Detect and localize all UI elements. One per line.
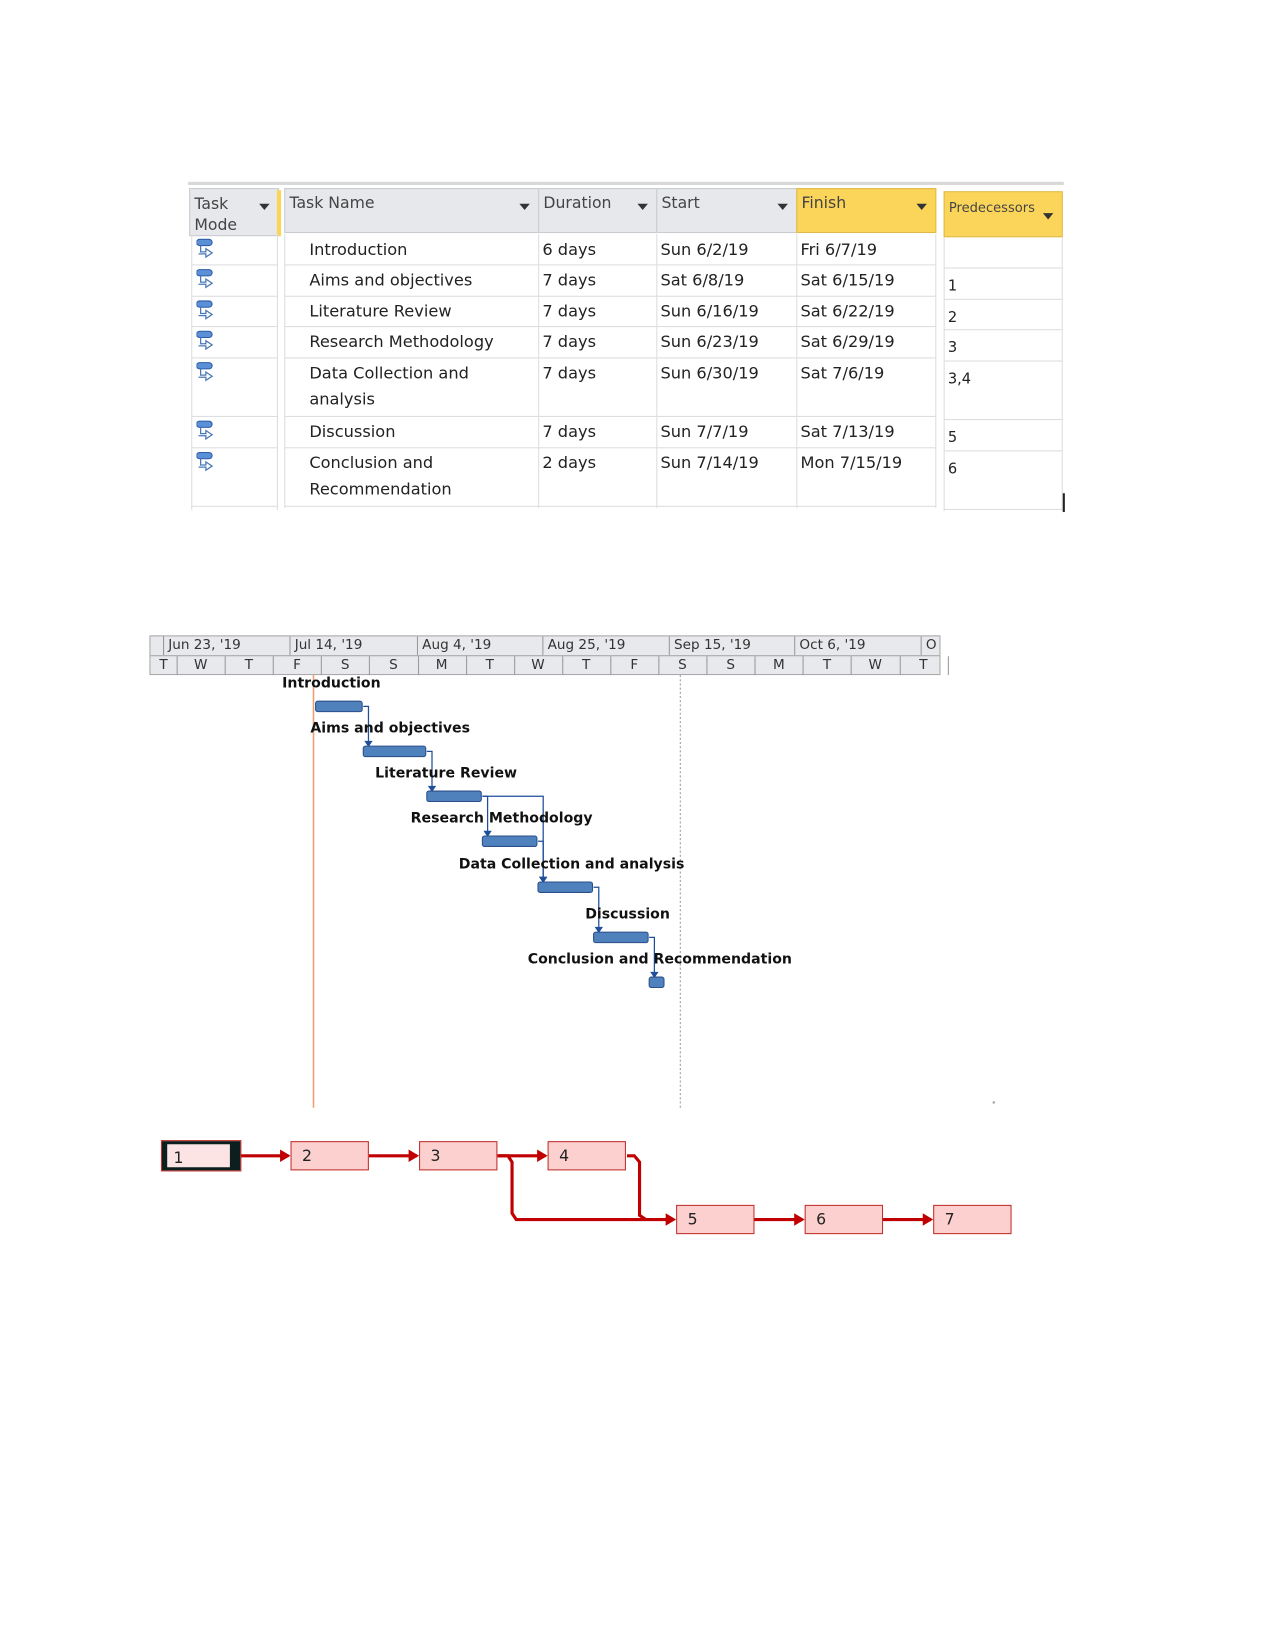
column-header-start[interactable]: Start <box>656 188 798 234</box>
node-id: 7 <box>944 1210 955 1229</box>
task-bar-label: Introduction <box>282 675 381 692</box>
task-bar-label: Discussion <box>585 906 670 923</box>
node-id: 5 <box>687 1210 698 1229</box>
cell-name: Aims and objectives <box>309 270 473 290</box>
cell-name: Conclusion and Recommendation <box>309 453 452 499</box>
dropdown-arrow-icon[interactable] <box>916 203 927 211</box>
task-bar <box>426 790 482 803</box>
column-header-task-mode[interactable]: Task Mode <box>189 188 280 237</box>
cell-name: Introduction <box>309 240 408 260</box>
task-table: Task Mode Task Name Duration Start Finis… <box>0 0 1275 523</box>
cell-name: Literature Review <box>309 302 452 321</box>
task-bar-label: Literature Review <box>375 764 518 782</box>
dropdown-arrow-icon[interactable] <box>519 203 530 211</box>
network-node[interactable]: 3 <box>419 1141 498 1171</box>
task-bar-label: Data Collection and analysis <box>458 855 685 873</box>
task-bar <box>648 976 665 989</box>
cell-finish: Sat 7/6/19 <box>800 363 885 383</box>
node-id: 4 <box>559 1146 570 1166</box>
column-header-duration[interactable]: Duration <box>538 188 658 234</box>
task-mode-icon <box>195 330 219 353</box>
task-bar-label: Aims and objectives <box>310 720 471 737</box>
task-bar <box>362 745 427 758</box>
task-bar-label: Conclusion and Recommendation <box>527 950 792 968</box>
header-label: Predecessors <box>948 199 1035 216</box>
network-node[interactable]: 2 <box>290 1141 369 1171</box>
network-node[interactable]: 1 <box>160 1140 242 1172</box>
cell-finish: Fri 6/7/19 <box>800 240 878 260</box>
cell-name: Data Collection and analysis <box>309 363 469 409</box>
cell-start: Sun 7/14/19 <box>660 453 759 473</box>
header-label: Task Name <box>289 193 375 213</box>
header-label: Start <box>661 193 700 213</box>
node-id: 2 <box>302 1146 312 1166</box>
cell-finish: Sat 7/13/19 <box>800 422 895 441</box>
task-mode-icon <box>195 362 219 385</box>
dropdown-arrow-icon[interactable] <box>637 203 648 211</box>
dropdown-arrow-icon[interactable] <box>259 203 270 211</box>
network-node[interactable]: 4 <box>547 1141 626 1171</box>
cell-duration: 7 days <box>542 332 597 352</box>
cell-duration: 7 days <box>542 302 597 321</box>
column-header-predecessors[interactable]: Predecessors <box>943 191 1063 238</box>
cell-finish: Mon 7/15/19 <box>800 453 903 473</box>
task-bar <box>315 700 363 713</box>
network-diagram: 1 2 3 4 5 6 7 <box>0 1118 1275 1264</box>
cell-duration: 7 days <box>542 363 597 383</box>
task-mode-icon <box>195 420 219 443</box>
header-label: Finish <box>801 193 847 213</box>
cell-duration: 2 days <box>542 453 597 473</box>
cell-name: Research Methodology <box>309 332 494 352</box>
node-id: 6 <box>816 1210 827 1229</box>
cell-start: Sun 7/7/19 <box>660 422 749 441</box>
cell-duration: 7 days <box>542 270 597 290</box>
cell-start: Sat 6/8/19 <box>660 270 745 290</box>
node-id: 1 <box>173 1148 184 1168</box>
cell-start: Sun 6/23/19 <box>660 332 759 352</box>
network-link <box>626 1154 647 1221</box>
cell-predecessors: 3,4 <box>947 370 972 388</box>
column-header-finish[interactable]: Finish <box>796 188 937 234</box>
cell-start: Sun 6/16/19 <box>660 302 759 321</box>
cell-finish: Sat 6/22/19 <box>800 302 895 321</box>
task-mode-icon <box>195 451 219 474</box>
network-node[interactable]: 6 <box>804 1204 884 1235</box>
cell-duration: 6 days <box>542 240 597 260</box>
cell-duration: 7 days <box>542 422 597 441</box>
cell-predecessors <box>944 240 952 246</box>
arrow-head-icon <box>537 1149 548 1163</box>
cell-name: Discussion <box>309 422 396 441</box>
cell-finish: Sat 6/29/19 <box>800 332 895 352</box>
header-label: Duration <box>543 193 612 213</box>
arrow-head-icon <box>280 1149 291 1163</box>
task-bar <box>593 931 649 944</box>
arrow-head-icon <box>922 1213 934 1226</box>
task-mode-icon <box>195 238 219 261</box>
node-id: 3 <box>430 1146 441 1166</box>
arrow-head-icon <box>408 1149 420 1163</box>
task-bar <box>537 881 594 893</box>
cell-predecessors: 6 <box>947 460 958 478</box>
task-bar <box>481 835 538 847</box>
cell-finish: Sat 6/15/19 <box>800 270 895 290</box>
task-bar-label: Research Methodology <box>410 809 593 827</box>
task-mode-icon <box>195 269 219 292</box>
arrow-head-icon <box>665 1213 677 1226</box>
task-mode-icon <box>195 300 219 323</box>
cell-start: Sun 6/30/19 <box>660 363 759 383</box>
network-node[interactable]: 7 <box>933 1204 1012 1235</box>
gantt-chart: Jun 23, '19 Jul 14, '19 Aug 4, '19 Aug 25, … <box>0 627 1275 1118</box>
dropdown-arrow-icon[interactable] <box>777 203 788 211</box>
arrow-head-icon <box>794 1213 805 1226</box>
network-node[interactable]: 5 <box>676 1204 755 1235</box>
header-label: Task Mode <box>194 194 238 235</box>
column-header-task-name[interactable]: Task Name <box>284 188 540 234</box>
dropdown-arrow-icon[interactable] <box>1042 213 1054 220</box>
cell-start: Sun 6/2/19 <box>660 240 749 260</box>
